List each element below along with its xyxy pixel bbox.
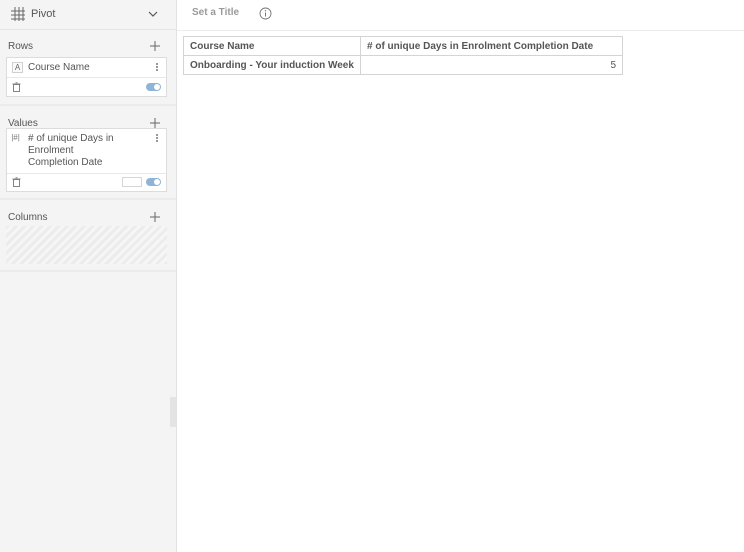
chevron-down-icon[interactable]	[147, 8, 159, 20]
sidebar-resize-handle[interactable]	[170, 397, 176, 427]
columns-section: Columns	[0, 202, 176, 272]
pivot-table: Course Name # of unique Days in Enrolmen…	[183, 36, 623, 75]
main-panel: Set a Title Course Name # of unique Days…	[177, 0, 744, 552]
visualization-selector[interactable]: Pivot	[0, 0, 176, 30]
rows-section-title: Rows	[8, 41, 34, 52]
table-cell-unique-days: 5	[360, 55, 623, 75]
more-options-icon[interactable]	[154, 133, 160, 145]
row-field-toggle[interactable]	[146, 83, 161, 91]
values-section: Values |#| # of unique Days in Enrolment…	[0, 108, 176, 200]
add-row-plus-icon[interactable]	[149, 40, 161, 52]
value-field-label: # of unique Days in Enrolment Completion…	[28, 133, 114, 168]
trash-icon[interactable]	[12, 82, 21, 92]
value-field-toggle[interactable]	[146, 178, 161, 186]
numeric-type-icon: |#|	[11, 133, 20, 142]
row-field-card: A Course Name	[6, 57, 167, 97]
grid-icon	[11, 7, 25, 21]
color-picker-swatch[interactable]	[122, 177, 142, 187]
sidebar: Pivot Rows A Course Name Values |#| # of…	[0, 0, 177, 552]
value-field[interactable]: |#| # of unique Days in Enrolment Comple…	[7, 129, 166, 174]
row-field[interactable]: A Course Name	[7, 58, 166, 78]
more-options-icon[interactable]	[154, 62, 160, 74]
set-title-input[interactable]: Set a Title	[192, 7, 239, 18]
info-icon[interactable]	[259, 7, 272, 20]
text-type-icon: A	[12, 62, 23, 73]
add-column-plus-icon[interactable]	[149, 211, 161, 223]
visualization-type-label: Pivot	[31, 8, 56, 20]
column-header-unique-days[interactable]: # of unique Days in Enrolment Completion…	[360, 36, 623, 56]
title-bar: Set a Title	[177, 0, 744, 31]
value-field-card: |#| # of unique Days in Enrolment Comple…	[6, 128, 167, 192]
column-header-course-name[interactable]: Course Name	[183, 36, 361, 56]
columns-section-title: Columns	[8, 212, 48, 223]
table-header-row: Course Name # of unique Days in Enrolmen…	[183, 36, 623, 56]
row-field-label: Course Name	[28, 62, 90, 73]
columns-drop-zone[interactable]	[6, 226, 167, 264]
rows-section: Rows A Course Name	[0, 31, 176, 106]
table-row: Onboarding - Your induction Week 5	[183, 55, 623, 75]
table-cell-course-name: Onboarding - Your induction Week	[183, 55, 361, 75]
trash-icon[interactable]	[12, 177, 21, 187]
